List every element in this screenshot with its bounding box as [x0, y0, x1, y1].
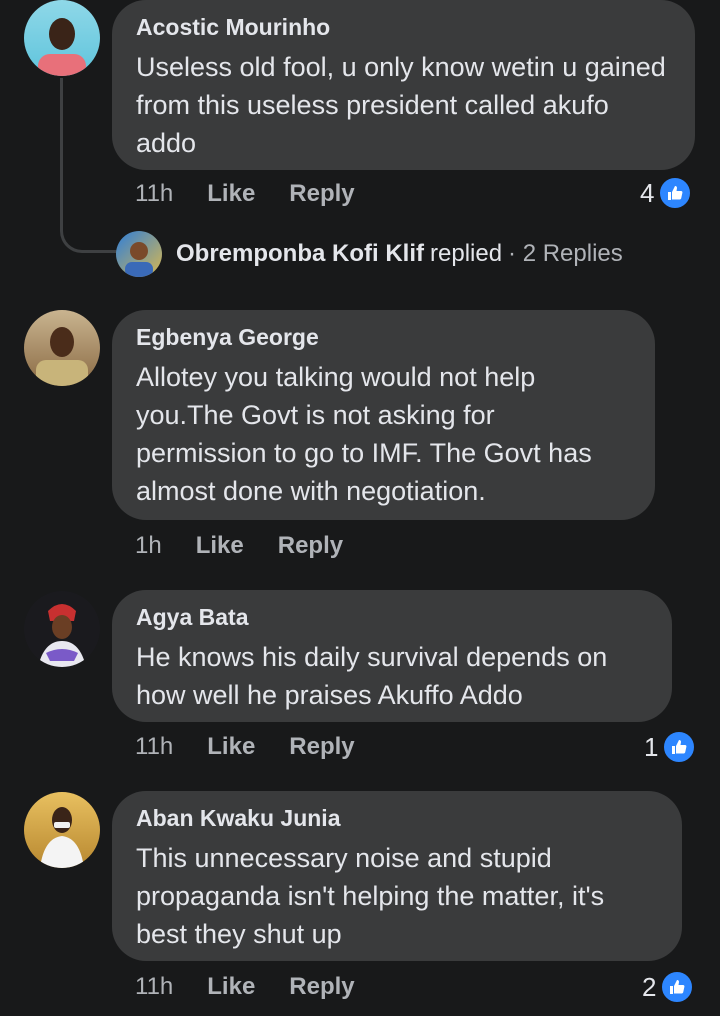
- view-replies-link[interactable]: Obremponba Kofi Klif replied · 2 Replies: [116, 231, 623, 277]
- reply-action: replied: [430, 240, 503, 267]
- like-button[interactable]: Like: [196, 532, 244, 560]
- reply-button[interactable]: Reply: [289, 180, 354, 208]
- comment-actions: 1h Like Reply: [135, 532, 377, 560]
- like-button[interactable]: Like: [207, 973, 255, 1001]
- thumbs-up-icon: [658, 176, 693, 210]
- avatar[interactable]: [24, 792, 100, 868]
- reply-button[interactable]: Reply: [289, 973, 354, 1001]
- comment-author[interactable]: Egbenya George: [136, 322, 631, 352]
- thread-connector: [60, 78, 117, 253]
- comment-bubble: Egbenya George Allotey you talking would…: [112, 310, 655, 520]
- comment-bubble: Agya Bata He knows his daily survival de…: [112, 590, 672, 722]
- thumbs-up-icon: [660, 970, 695, 1004]
- comment-actions: 11h Like Reply: [135, 733, 389, 761]
- comment-author[interactable]: Acostic Mourinho: [136, 12, 671, 42]
- comment-time: 11h: [135, 973, 174, 1000]
- comment-time: 1h: [135, 532, 162, 559]
- avatar[interactable]: [24, 310, 100, 386]
- reply-count: · 2 Replies: [508, 240, 623, 267]
- comment-time: 11h: [135, 733, 174, 760]
- comment-text: Allotey you talking would not help you.T…: [136, 362, 592, 506]
- reaction-count[interactable]: 2: [642, 970, 695, 1004]
- comment-time: 11h: [135, 180, 174, 207]
- like-count: 1: [644, 731, 659, 762]
- comment-actions: 11h Like Reply: [135, 973, 389, 1001]
- comment-text: Useless old fool, u only know wetin u ga…: [136, 52, 666, 158]
- comment-text: He knows his daily survival depends on h…: [136, 642, 608, 710]
- reply-button[interactable]: Reply: [278, 532, 343, 560]
- avatar[interactable]: [24, 591, 100, 667]
- reply-author[interactable]: Obremponba Kofi Klif: [176, 240, 424, 268]
- reaction-count[interactable]: 1: [644, 730, 697, 764]
- comment-bubble: Aban Kwaku Junia This unnecessary noise …: [112, 791, 682, 961]
- avatar: [116, 231, 162, 277]
- comment-author[interactable]: Aban Kwaku Junia: [136, 803, 658, 833]
- like-count: 4: [640, 177, 655, 208]
- avatar[interactable]: [24, 0, 100, 76]
- comment-actions: 11h Like Reply: [135, 180, 389, 208]
- profile-photo-icon: [36, 327, 88, 386]
- like-count: 2: [642, 971, 657, 1002]
- thumbs-up-icon: [662, 730, 697, 764]
- comment-bubble: Acostic Mourinho Useless old fool, u onl…: [112, 0, 695, 170]
- profile-photo-icon: [40, 807, 84, 868]
- like-button[interactable]: Like: [207, 733, 255, 761]
- comment-author[interactable]: Agya Bata: [136, 602, 648, 632]
- reply-button[interactable]: Reply: [289, 733, 354, 761]
- profile-photo-icon: [38, 604, 86, 667]
- profile-photo-icon: [125, 242, 153, 277]
- comment-text: This unnecessary noise and stupid propag…: [136, 843, 605, 949]
- like-button[interactable]: Like: [207, 180, 255, 208]
- reaction-count[interactable]: 4: [640, 176, 693, 210]
- profile-photo-icon: [38, 18, 86, 76]
